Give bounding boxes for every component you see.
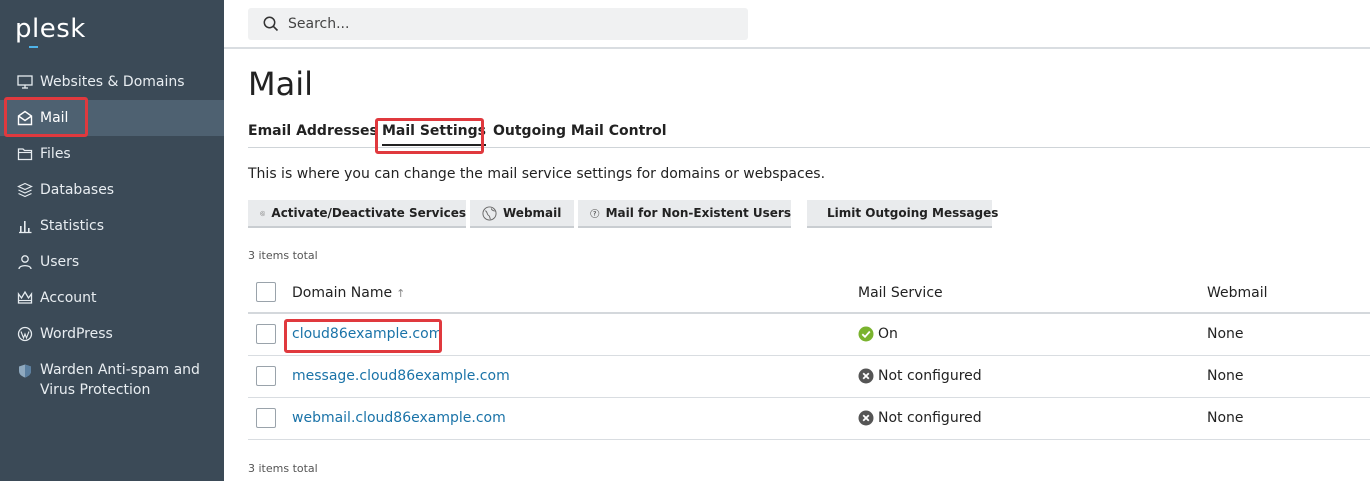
user-icon — [16, 253, 34, 271]
table-row: webmail.cloud86example.com Not configure… — [248, 398, 1370, 440]
mail-service-status: On — [858, 326, 898, 342]
domains-table: Domain Name ↑ Mail Service Webmail cloud8… — [248, 272, 1370, 440]
webmail-value: None — [1207, 326, 1244, 342]
shield-icon — [16, 362, 34, 380]
sidebar: plesk Websites & Domains Mail Files Data… — [0, 0, 224, 481]
mail-for-non-existent-users-button[interactable]: ? Mail for Non-Existent Users — [578, 200, 791, 228]
row-checkbox[interactable] — [256, 408, 276, 428]
globe-icon — [482, 205, 497, 221]
sidebar-item-label: Databases — [40, 182, 115, 198]
sidebar-item-label: Statistics — [40, 218, 104, 234]
svg-text:?: ? — [593, 210, 597, 217]
sidebar-item-databases[interactable]: Databases — [0, 172, 224, 208]
status-label: Not configured — [878, 410, 982, 426]
mail-service-status: Not configured — [858, 368, 982, 384]
sidebar-item-label: Account — [40, 290, 97, 306]
status-label: Not configured — [878, 368, 982, 384]
button-label: Webmail — [503, 206, 562, 220]
items-total-top: 3 items total — [248, 249, 318, 262]
activate-deactivate-services-button[interactable]: Activate/Deactivate Services — [248, 200, 466, 228]
sidebar-item-label: Users — [40, 254, 80, 270]
sidebar-item-label: WordPress — [40, 326, 113, 342]
highlight-box-mail — [4, 97, 88, 137]
question-icon: ? — [590, 208, 600, 218]
column-label: Domain Name — [292, 285, 393, 301]
search-icon — [263, 16, 279, 32]
wordpress-icon — [16, 325, 34, 343]
top-bar — [224, 0, 1370, 49]
row-checkbox[interactable] — [256, 366, 276, 386]
plesk-logo[interactable]: plesk — [15, 14, 86, 48]
x-circle-icon — [858, 368, 874, 384]
sidebar-item-label: Warden Anti-spam and Virus Protection — [40, 362, 200, 398]
highlight-box-mail-settings — [375, 118, 484, 154]
mail-service-status: Not configured — [858, 410, 982, 426]
x-circle-icon — [858, 410, 874, 426]
webmail-button[interactable]: Webmail — [470, 200, 574, 228]
tab-email-addresses[interactable]: Email Addresses — [248, 123, 378, 139]
tab-outgoing-mail-control[interactable]: Outgoing Mail Control — [493, 123, 667, 139]
sort-arrow-icon: ↑ — [396, 287, 406, 300]
search-input[interactable] — [288, 16, 728, 32]
database-icon — [16, 181, 34, 199]
logo-accent — [29, 46, 38, 48]
monitor-icon — [16, 73, 34, 91]
domain-link[interactable]: message.cloud86example.com — [292, 368, 510, 384]
search-box — [248, 8, 748, 40]
logo-text: plesk — [15, 14, 86, 44]
crown-icon — [16, 289, 34, 307]
power-icon — [260, 210, 266, 216]
sidebar-item-users[interactable]: Users — [0, 244, 224, 280]
status-label: On — [878, 326, 898, 342]
select-all-checkbox[interactable] — [256, 282, 276, 302]
sidebar-item-account[interactable]: Account — [0, 280, 224, 316]
sidebar-item-wordpress[interactable]: WordPress — [0, 316, 224, 352]
page-title: Mail — [248, 65, 313, 103]
limit-outgoing-messages-button[interactable]: Limit Outgoing Messages — [807, 200, 998, 228]
button-label: Activate/Deactivate Services — [271, 206, 466, 220]
check-circle-icon — [858, 326, 874, 342]
webmail-value: None — [1207, 410, 1244, 426]
bar-chart-icon — [16, 217, 34, 235]
webmail-value: None — [1207, 368, 1244, 384]
sidebar-item-label: Websites & Domains — [40, 74, 185, 90]
column-header-domain-name[interactable]: Domain Name ↑ — [292, 285, 405, 301]
sidebar-item-websites-domains[interactable]: Websites & Domains — [0, 64, 224, 100]
items-total-bottom: 3 items total — [248, 462, 318, 475]
sidebar-item-files[interactable]: Files — [0, 136, 224, 172]
sidebar-item-statistics[interactable]: Statistics — [0, 208, 224, 244]
page-description: This is where you can change the mail se… — [248, 166, 826, 182]
column-header-webmail: Webmail — [1207, 285, 1268, 301]
button-label: Mail for Non-Existent Users — [605, 206, 791, 220]
sidebar-item-warden[interactable]: Warden Anti-spam and Virus Protection — [0, 352, 224, 408]
domain-link[interactable]: webmail.cloud86example.com — [292, 410, 506, 426]
folder-icon — [16, 145, 34, 163]
highlight-box-domain — [284, 319, 442, 353]
button-label: Limit Outgoing Messages — [827, 206, 999, 220]
sidebar-item-label: Files — [40, 146, 71, 162]
column-header-mail-service: Mail Service — [858, 285, 943, 301]
table-row: message.cloud86example.com Not configure… — [248, 356, 1370, 398]
row-checkbox[interactable] — [256, 324, 276, 344]
table-header: Domain Name ↑ Mail Service Webmail — [248, 272, 1370, 314]
